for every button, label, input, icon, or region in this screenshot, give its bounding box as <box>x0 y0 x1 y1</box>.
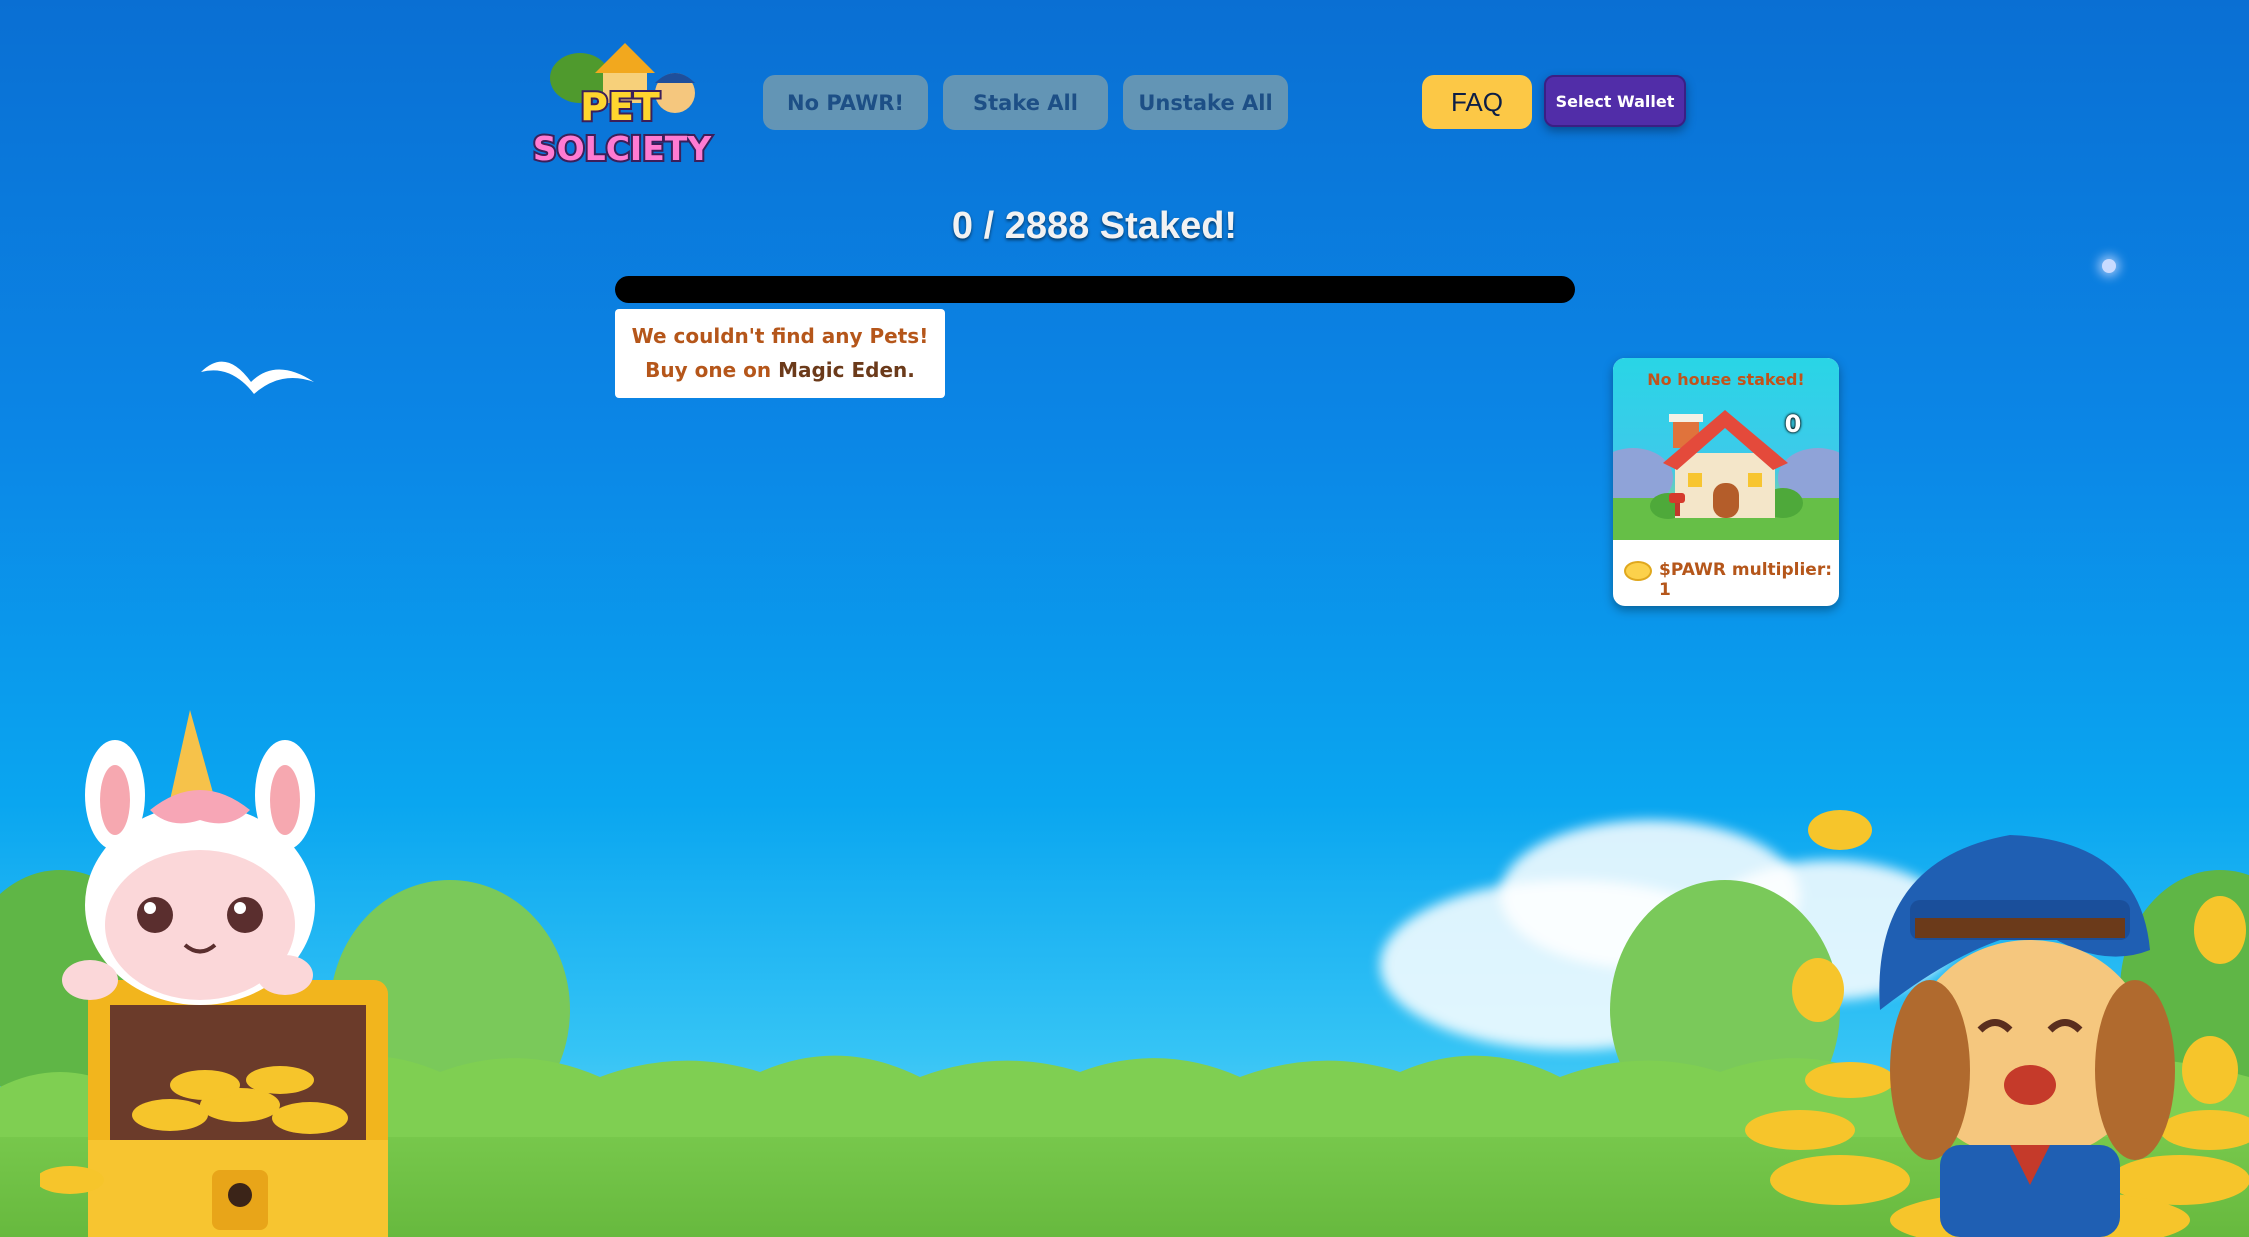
faq-button[interactable]: FAQ <box>1422 75 1532 129</box>
house-scene: No house staked! 0 <box>1613 358 1839 540</box>
unstake-all-button[interactable]: Unstake All <box>1123 75 1288 130</box>
unicorn-pet-with-chest-illustration <box>40 710 388 1237</box>
staked-count-title: 0 / 2888 Staked! <box>951 205 1238 247</box>
logo-text-pet: PET <box>580 85 660 129</box>
house-status-label: No house staked! <box>1647 370 1805 389</box>
no-pets-notice: We couldn't find any Pets! Buy one on Ma… <box>615 309 945 398</box>
pawr-multiplier-text: $PAWR multiplier: 1 <box>1659 560 1833 600</box>
pet-solciety-logo[interactable]: PET SOLCIETY <box>525 38 720 178</box>
stake-all-button[interactable]: Stake All <box>943 75 1108 130</box>
dog-pet-with-coins-illustration <box>1745 810 2249 1237</box>
logo-text-solciety: SOLCIETY <box>533 129 712 168</box>
magic-eden-link[interactable]: Magic Eden. <box>778 358 915 382</box>
bird-icon <box>201 361 314 394</box>
house-card[interactable]: No house staked! 0 $PAWR multiplier: 1 <box>1613 358 1839 606</box>
house-count: 0 <box>1784 410 1802 438</box>
no-pawr-button[interactable]: No PAWR! <box>763 75 928 130</box>
select-wallet-button[interactable]: Select Wallet <box>1544 75 1686 127</box>
coin-icon <box>1624 561 1652 581</box>
page-background: PET SOLCIETY No PAWR! Stake All Unstake … <box>0 0 2249 1237</box>
staking-progress-bar <box>615 276 1575 303</box>
sparkle-icon <box>2102 259 2116 273</box>
